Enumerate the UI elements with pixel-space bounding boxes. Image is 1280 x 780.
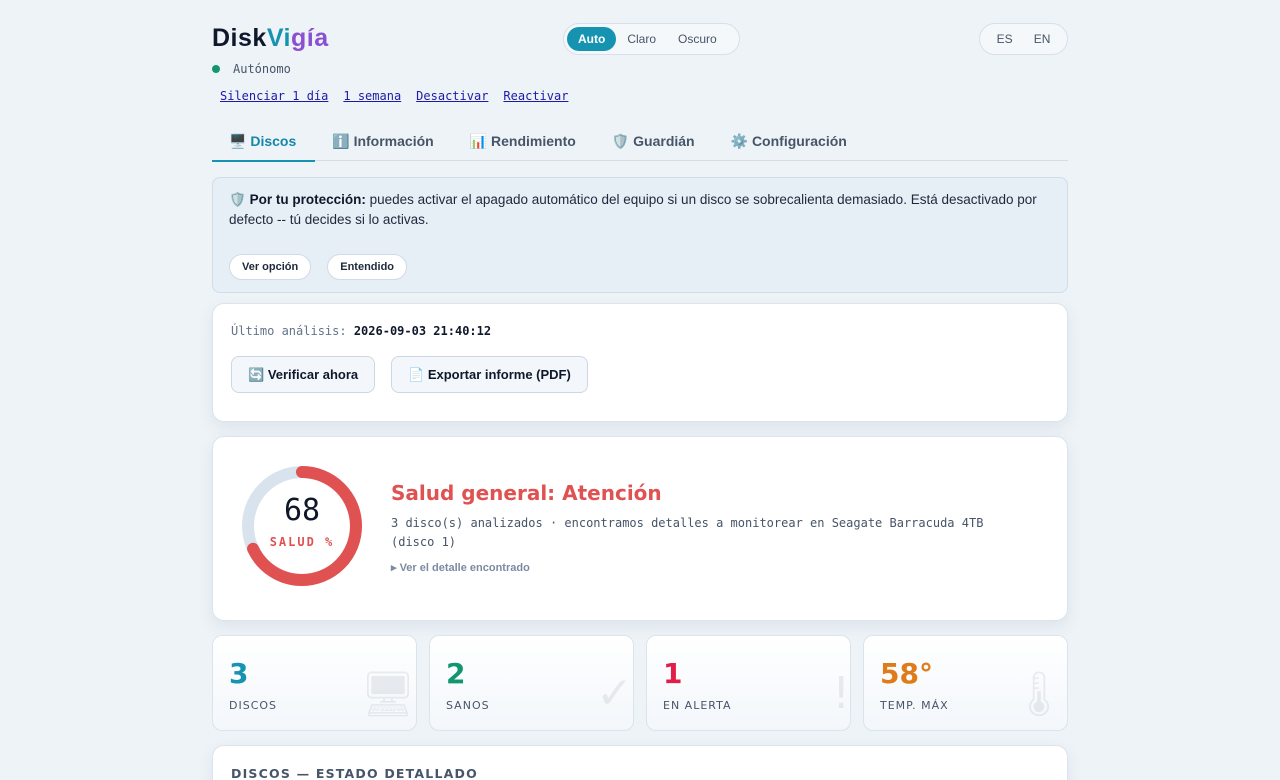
view-detail-link[interactable]: ▸ Ver el detalle encontrado bbox=[391, 561, 530, 574]
main-tabs: 🖥️ Discos ℹ️ Información 📊 Rendimiento 🛡… bbox=[212, 124, 1068, 162]
stat-label: TEMP. MÁX bbox=[880, 699, 949, 712]
deactivate-link[interactable]: Desactivar bbox=[416, 89, 488, 103]
silence-links: Silenciar 1 día 1 semana Desactivar Reac… bbox=[220, 89, 568, 103]
understood-button[interactable]: Entendido bbox=[327, 254, 408, 280]
tab-discos[interactable]: 🖥️ Discos bbox=[212, 124, 316, 162]
analysis-card: Último análisis: 2026-09-03 21:40:12 🔄 V… bbox=[212, 303, 1068, 422]
stat-label: SANOS bbox=[446, 699, 490, 712]
health-score: 68 bbox=[283, 493, 321, 528]
stat-alert: 1 EN ALERTA ! bbox=[646, 635, 851, 731]
thermometer-icon: 🌡 bbox=[1011, 669, 1067, 720]
monitor-icon: 🖥 bbox=[360, 669, 416, 720]
stat-value: 2 bbox=[446, 657, 466, 690]
status-text: Autónomo bbox=[233, 62, 291, 76]
last-analysis-timestamp: 2026-09-03 21:40:12 bbox=[353, 324, 492, 338]
last-analysis: Último análisis: 2026-09-03 21:40:12 bbox=[231, 324, 492, 338]
stat-label: EN ALERTA bbox=[663, 699, 732, 712]
status-dot-icon bbox=[212, 65, 220, 73]
monitor-icon: 🖥️ bbox=[229, 133, 247, 149]
chart-icon: 📊 bbox=[469, 133, 488, 149]
verify-now-button[interactable]: 🔄 Verificar ahora bbox=[231, 356, 376, 393]
tab-rendimiento[interactable]: 📊 Rendimiento bbox=[453, 124, 595, 161]
lang-option-en[interactable]: EN bbox=[1034, 32, 1051, 46]
lang-option-es[interactable]: ES bbox=[997, 32, 1013, 46]
tab-guardian[interactable]: 🛡️ Guardián bbox=[595, 124, 714, 161]
info-icon: ℹ️ bbox=[332, 133, 350, 149]
refresh-icon: 🔄 bbox=[248, 367, 265, 382]
health-card: 68 SALUD % Salud general: Atención 3 dis… bbox=[212, 436, 1068, 621]
silence-1-day-link[interactable]: Silenciar 1 día bbox=[220, 89, 328, 103]
stat-value: 3 bbox=[229, 657, 249, 690]
language-toggle[interactable]: ES EN bbox=[979, 23, 1068, 55]
theme-option-auto[interactable]: Auto bbox=[567, 27, 617, 51]
stat-value: 1 bbox=[663, 657, 683, 690]
theme-option-dark[interactable]: Oscuro bbox=[667, 27, 728, 51]
protection-notice: 🛡️ Por tu protección: puedes activar el … bbox=[212, 177, 1068, 293]
silence-1-week-link[interactable]: 1 semana bbox=[343, 89, 401, 103]
view-option-button[interactable]: Ver opción bbox=[229, 254, 312, 280]
theme-toggle[interactable]: Auto Claro Oscuro bbox=[563, 23, 740, 55]
health-description: 3 disco(s) analizados · encontramos deta… bbox=[391, 516, 984, 549]
stat-healthy: 2 SANOS ✓ bbox=[429, 635, 634, 731]
export-pdf-button[interactable]: 📄 Exportar informe (PDF) bbox=[391, 356, 588, 393]
disks-detail-card: DISCOS — ESTADO DETALLADO bbox=[212, 745, 1068, 780]
app-logo: DiskVigía bbox=[212, 24, 329, 52]
reactivate-link[interactable]: Reactivar bbox=[503, 89, 568, 103]
health-title: Salud general: Atención bbox=[391, 481, 662, 505]
document-icon: 📄 bbox=[408, 367, 425, 382]
stat-label: DISCOS bbox=[229, 699, 278, 712]
gear-icon: ⚙️ bbox=[730, 133, 749, 149]
theme-option-light[interactable]: Claro bbox=[616, 27, 667, 51]
health-score-label: SALUD % bbox=[269, 535, 335, 549]
notice-text: 🛡️ Por tu protección: puedes activar el … bbox=[229, 192, 1037, 227]
stat-max-temp: 58° TEMP. MÁX 🌡 bbox=[863, 635, 1068, 731]
check-icon: ✓ bbox=[596, 668, 633, 719]
detail-title: DISCOS — ESTADO DETALLADO bbox=[231, 766, 478, 780]
shield-icon: 🛡️ bbox=[611, 133, 630, 149]
status-indicator: Autónomo bbox=[212, 62, 291, 76]
tab-configuracion[interactable]: ⚙️ Configuración bbox=[714, 124, 866, 161]
stat-disks: 3 DISCOS 🖥 bbox=[212, 635, 417, 731]
shield-icon: 🛡️ bbox=[229, 192, 246, 207]
tab-informacion[interactable]: ℹ️ Información bbox=[315, 124, 452, 161]
exclamation-icon: ! bbox=[832, 668, 850, 719]
stat-value: 58° bbox=[880, 657, 933, 690]
